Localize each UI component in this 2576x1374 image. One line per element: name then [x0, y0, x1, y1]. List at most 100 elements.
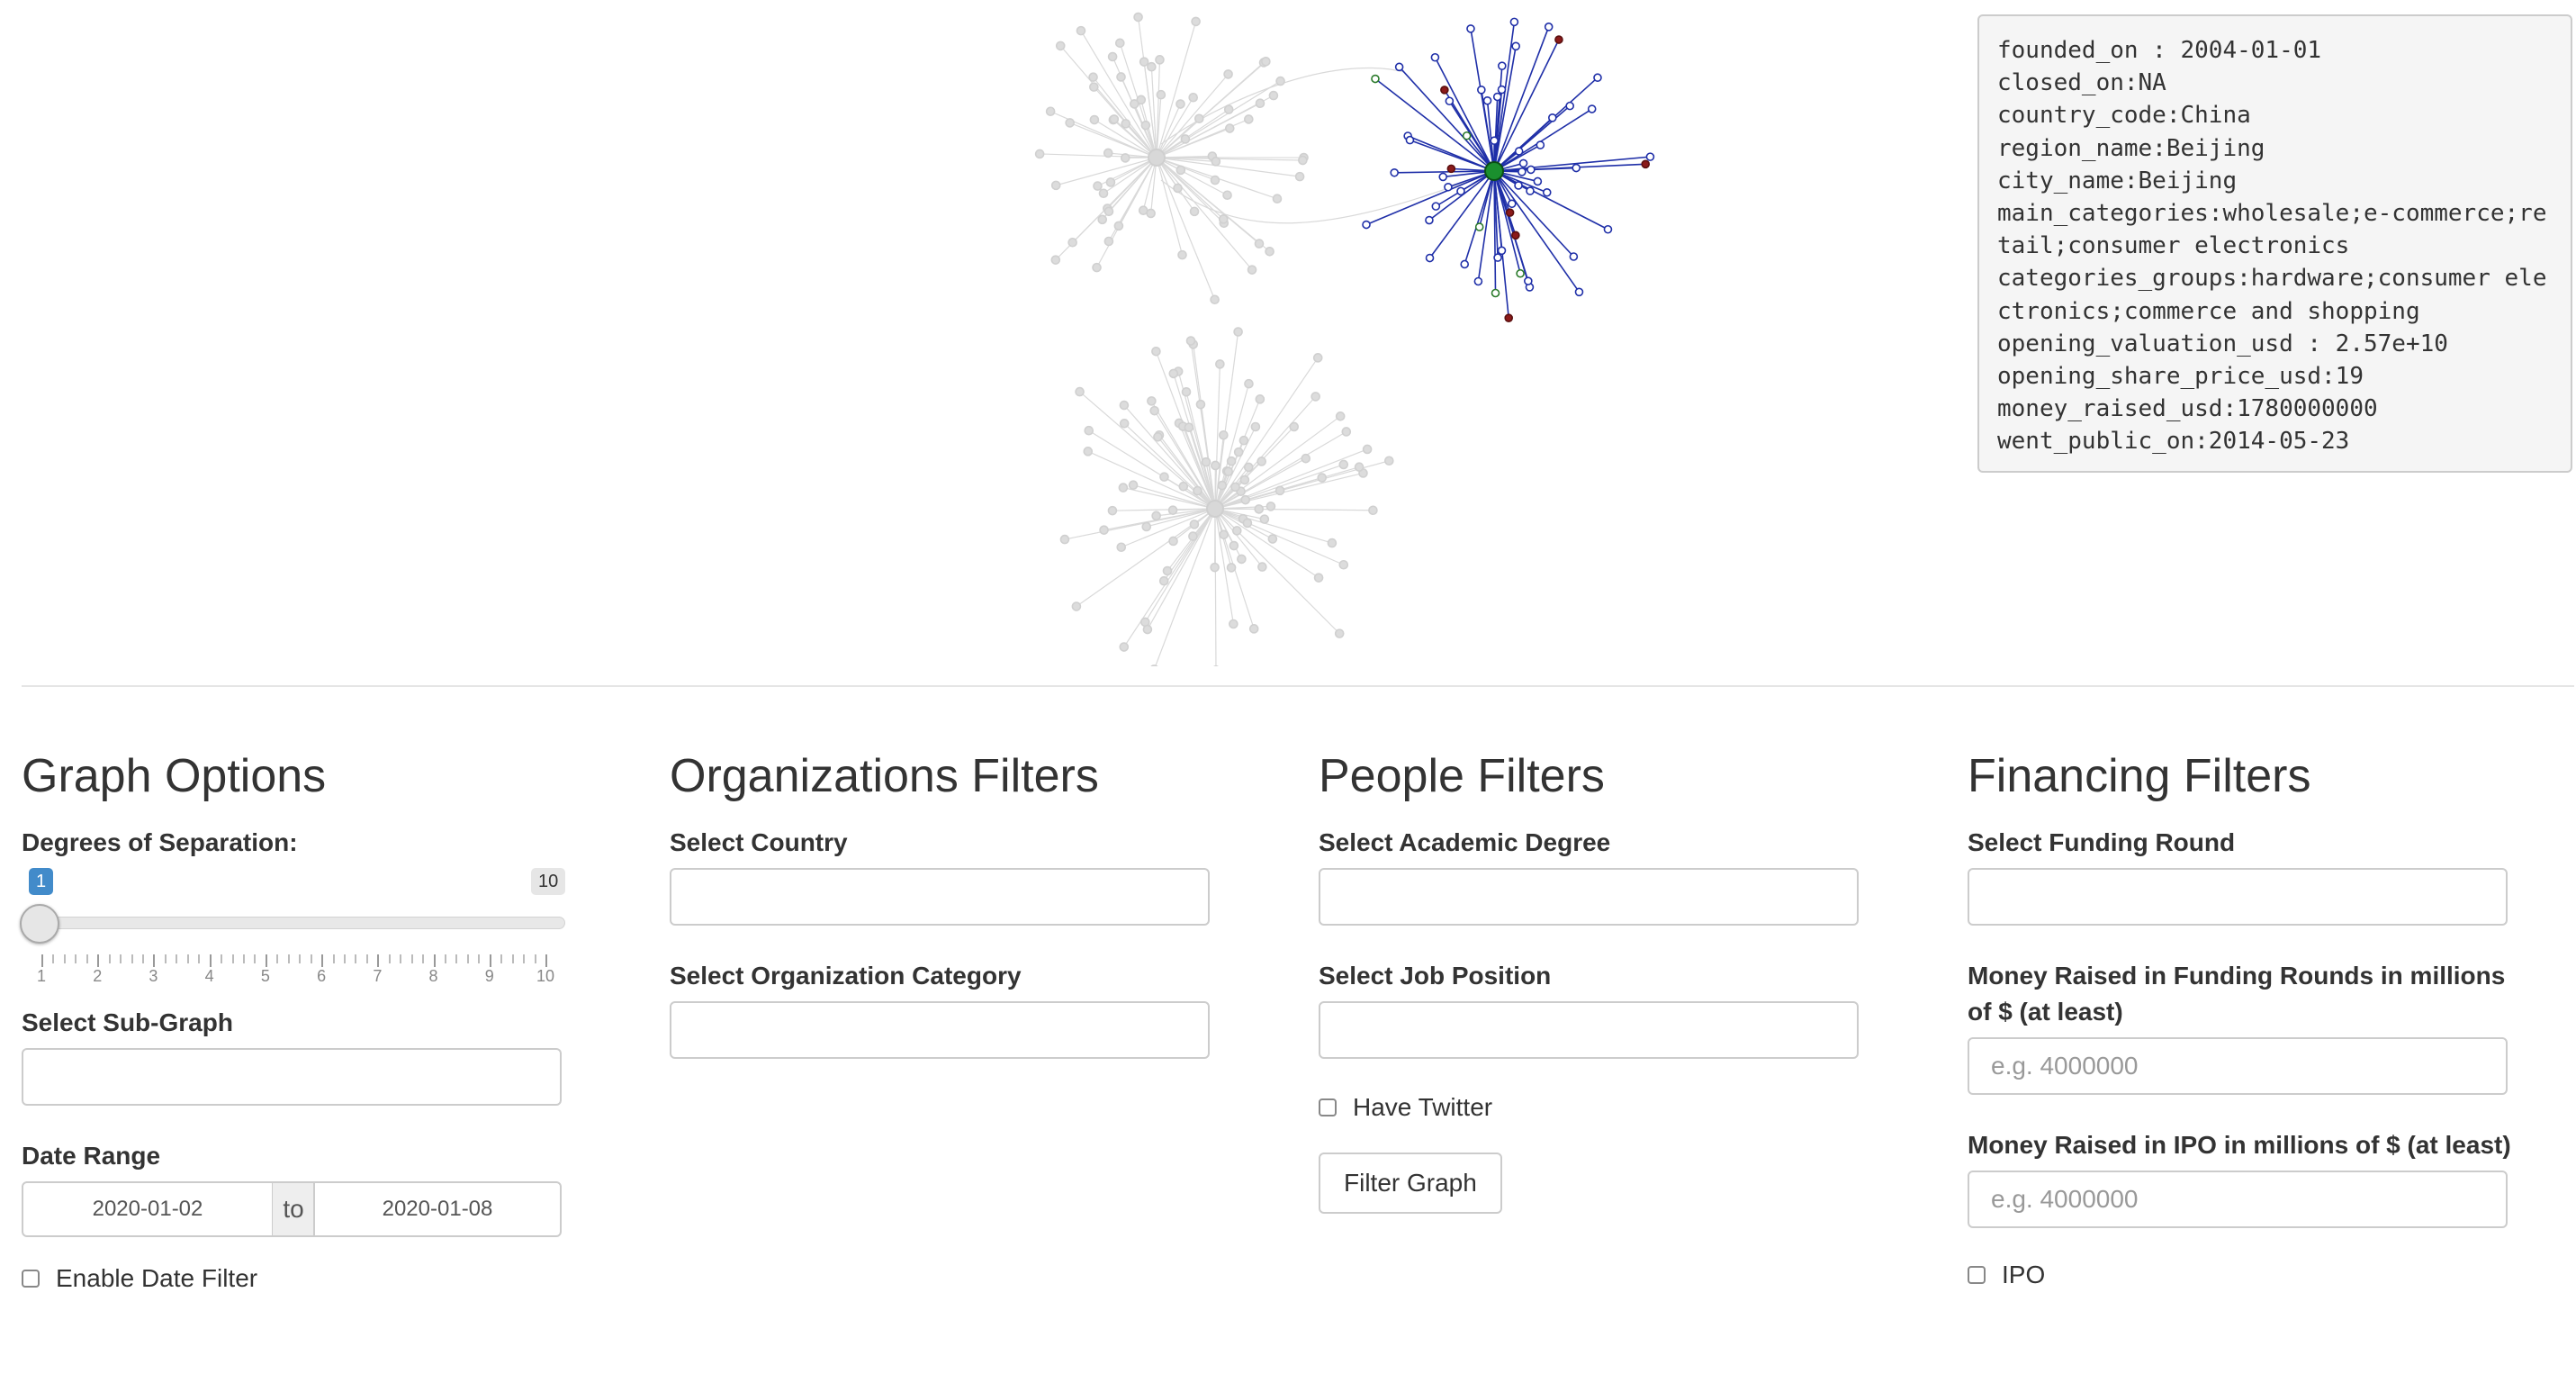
graph-node[interactable]	[1173, 183, 1183, 194]
graph-node[interactable]	[1247, 265, 1257, 275]
graph-node[interactable]	[1544, 23, 1554, 32]
graph-node[interactable]	[1175, 165, 1186, 176]
graph-node[interactable]	[1045, 106, 1056, 117]
graph-node[interactable]	[1493, 253, 1502, 262]
checkbox-box[interactable]	[1968, 1266, 1986, 1284]
graph-node[interactable]	[1119, 642, 1130, 652]
graph-node[interactable]	[1554, 35, 1563, 44]
graph-node[interactable]	[1219, 429, 1229, 440]
graph-node[interactable]	[1167, 505, 1178, 515]
graph-node[interactable]	[1473, 276, 1483, 286]
graph-node[interactable]	[1193, 485, 1202, 496]
graph-node[interactable]	[1482, 95, 1492, 105]
graph-node[interactable]	[1497, 85, 1507, 95]
graph-node[interactable]	[1103, 148, 1113, 158]
country-select[interactable]	[670, 868, 1210, 926]
graph-node[interactable]	[1511, 41, 1520, 51]
graph-node[interactable]	[1456, 186, 1465, 196]
graph-node[interactable]	[1265, 502, 1276, 511]
graph-node[interactable]	[1107, 505, 1118, 516]
graph-node[interactable]	[1097, 214, 1108, 225]
filter-graph-button[interactable]: Filter Graph	[1319, 1153, 1502, 1214]
graph-node[interactable]	[1335, 411, 1346, 421]
graph-node[interactable]	[1294, 171, 1305, 182]
graph-node[interactable]	[1230, 482, 1240, 493]
graph-node[interactable]	[1150, 664, 1158, 666]
graph-node[interactable]	[1492, 92, 1502, 102]
graph-node[interactable]	[1240, 494, 1251, 505]
graph-node[interactable]	[1368, 505, 1378, 516]
graph-node[interactable]	[1059, 534, 1070, 545]
graph-node[interactable]	[1116, 72, 1126, 82]
graph-node[interactable]	[1139, 57, 1149, 67]
graph-node[interactable]	[1445, 96, 1455, 106]
graph-node[interactable]	[1239, 475, 1250, 485]
graph-node[interactable]	[1071, 601, 1082, 611]
graph-node[interactable]	[1093, 181, 1103, 191]
academic-degree-select[interactable]	[1319, 868, 1859, 926]
graph-node[interactable]	[1569, 252, 1579, 261]
graph-node[interactable]	[1504, 313, 1514, 322]
subgraph-select[interactable]	[22, 1048, 562, 1106]
graph-node[interactable]	[1155, 55, 1165, 65]
graph-node[interactable]	[1289, 421, 1300, 432]
graph-node[interactable]	[1118, 483, 1129, 493]
graph-node[interactable]	[1312, 353, 1323, 363]
graph-node[interactable]	[1121, 119, 1131, 129]
graph-node[interactable]	[1338, 459, 1349, 470]
graph-node[interactable]	[1076, 25, 1086, 36]
graph-node[interactable]	[1354, 462, 1365, 472]
graph-node[interactable]	[1474, 222, 1484, 231]
graph-node[interactable]	[1446, 164, 1456, 174]
graph-node[interactable]	[1215, 359, 1225, 369]
graph-node[interactable]	[1034, 149, 1045, 159]
graph-node[interactable]	[1130, 99, 1139, 109]
graph-node[interactable]	[1317, 473, 1328, 483]
graph-node[interactable]	[1587, 104, 1597, 113]
graph-node[interactable]	[1572, 163, 1581, 173]
graph-node[interactable]	[1151, 511, 1161, 521]
graph-node[interactable]	[1224, 123, 1235, 133]
graph-node[interactable]	[1201, 456, 1211, 467]
graph-node[interactable]	[1301, 453, 1311, 464]
graph-node[interactable]	[1195, 399, 1206, 410]
graph-node[interactable]	[1103, 236, 1114, 247]
graph-node[interactable]	[1067, 237, 1077, 248]
graph-hub-node[interactable]	[1206, 500, 1224, 518]
graph-node[interactable]	[1275, 76, 1285, 86]
graph-node[interactable]	[1222, 190, 1232, 201]
graph-node[interactable]	[1233, 447, 1244, 457]
graph-node[interactable]	[1327, 538, 1338, 548]
graph-node[interactable]	[1516, 268, 1525, 278]
graph-node[interactable]	[1168, 368, 1179, 379]
graph-node[interactable]	[1146, 208, 1156, 219]
graph-node[interactable]	[1440, 86, 1449, 95]
graph-node[interactable]	[1181, 386, 1192, 397]
graph-node[interactable]	[1255, 98, 1265, 109]
graph-node[interactable]	[1185, 336, 1196, 346]
graph-node[interactable]	[1103, 206, 1114, 217]
graph-node[interactable]	[1218, 214, 1229, 224]
date-end-input[interactable]: 2020-01-08	[313, 1181, 562, 1237]
graph-node[interactable]	[1119, 400, 1130, 411]
graph-node[interactable]	[1490, 136, 1499, 146]
graph-node[interactable]	[1175, 99, 1185, 109]
graph-node[interactable]	[1518, 158, 1528, 168]
graph-node[interactable]	[1425, 253, 1435, 263]
graph-node[interactable]	[1466, 24, 1475, 33]
graph-node[interactable]	[1384, 456, 1394, 466]
graph-node[interactable]	[1151, 346, 1161, 357]
graph-node[interactable]	[1128, 480, 1139, 491]
checkbox-box[interactable]	[1319, 1098, 1337, 1116]
graph-node[interactable]	[1311, 392, 1320, 402]
graph-node[interactable]	[1229, 540, 1239, 551]
graph-node[interactable]	[1268, 90, 1279, 101]
graph-node[interactable]	[1116, 542, 1127, 553]
graph-node[interactable]	[1231, 526, 1242, 536]
graph-node[interactable]	[1223, 466, 1234, 477]
graph-node[interactable]	[1542, 187, 1552, 197]
graph-node[interactable]	[1168, 536, 1178, 547]
graph-node[interactable]	[1133, 12, 1143, 23]
graph-node[interactable]	[1259, 514, 1270, 524]
money-rounds-input[interactable]	[1968, 1037, 2508, 1095]
